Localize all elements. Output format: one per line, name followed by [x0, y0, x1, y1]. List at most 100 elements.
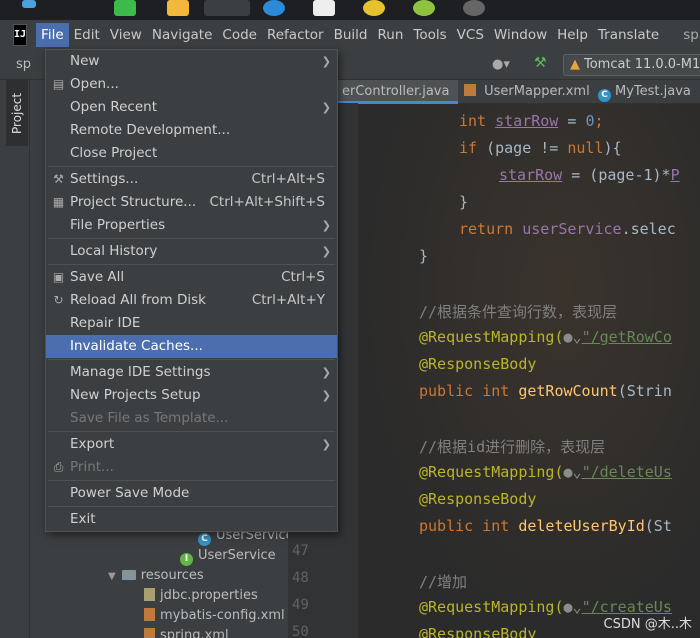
- xml-file-icon: [144, 608, 155, 621]
- menu-code[interactable]: Code: [217, 23, 262, 47]
- tree-item-label: jdbc.properties: [160, 588, 258, 603]
- menu-help[interactable]: Help: [552, 23, 593, 47]
- menu-item-invalidate-caches[interactable]: Invalidate Caches...: [46, 335, 337, 358]
- breadcrumb[interactable]: sp: [16, 57, 31, 72]
- menu-item-save-file-as-template: Save File as Template...: [70, 410, 229, 426]
- code-line: return userService.selec: [459, 220, 676, 238]
- print-icon: ⎙: [53, 460, 64, 474]
- tab-label: MyTest.java: [615, 84, 691, 99]
- chevron-right-icon: ❯: [321, 366, 331, 379]
- code-line: public int getRowCount(Strin: [419, 382, 672, 400]
- project-structure-icon: ▦: [52, 195, 65, 209]
- chrome-icon[interactable]: [363, 0, 385, 16]
- menu-item-project-structure[interactable]: ▦ Project Structure... Ctrl+Alt+Shift+S: [46, 191, 337, 214]
- menu-item-open[interactable]: ▤ Open...: [46, 73, 337, 96]
- open-folder-icon: ▤: [52, 77, 65, 91]
- code-line: starRow = (page-1)*P: [499, 166, 680, 184]
- tree-item-spring-xml[interactable]: spring.xml: [144, 626, 229, 638]
- menu-item-save-all[interactable]: ▣ Save All Ctrl+S: [46, 266, 337, 289]
- menu-translate[interactable]: Translate: [593, 23, 664, 47]
- menu-item-print: ⎙ Print...: [53, 459, 114, 475]
- tool-window-stripe: [0, 80, 30, 638]
- menu-item-settings[interactable]: ⚒ Settings... Ctrl+Alt+S: [46, 168, 337, 191]
- edge-icon[interactable]: [263, 0, 285, 16]
- folder-icon: [121, 570, 136, 580]
- code-comment: //根据条件查询行数，表现层: [419, 303, 618, 321]
- project-tool-tab[interactable]: Project: [6, 80, 28, 146]
- menu-tools[interactable]: Tools: [408, 23, 451, 47]
- menu-vcs[interactable]: VCS: [452, 23, 489, 47]
- app-icon[interactable]: [413, 0, 435, 16]
- code-editor[interactable]: int starRow = 0; if (page != null){ star…: [358, 104, 700, 638]
- menu-item-file-properties[interactable]: File Properties ❯: [46, 214, 337, 237]
- taskbar: [0, 0, 700, 20]
- tab-mytest[interactable]: C MyTest.java: [598, 80, 700, 104]
- wrench-icon: ⚒: [53, 172, 64, 186]
- folder-icon[interactable]: [167, 0, 189, 16]
- menu-edit[interactable]: Edit: [69, 23, 105, 47]
- windows-start-icon[interactable]: [22, 0, 36, 8]
- menu-separator: [48, 506, 335, 507]
- tomcat-icon: ▲: [570, 57, 580, 72]
- menu-file[interactable]: File: [36, 22, 69, 47]
- code-line: @RequestMapping(●⌄"/deleteUs: [419, 463, 672, 481]
- editor-tab-bar: erController.java UserMapper.xml C MyTest…: [288, 80, 700, 104]
- menu-item-exit[interactable]: Exit: [46, 508, 337, 531]
- tree-item-label: resources: [140, 568, 204, 583]
- menu-item-close-project[interactable]: Close Project: [46, 142, 337, 165]
- menu-item-reload-all[interactable]: ↻ Reload All from Disk Ctrl+Alt+Y: [46, 289, 337, 312]
- menu-view[interactable]: View: [105, 23, 147, 47]
- reload-icon: ↻: [53, 293, 64, 307]
- chevron-right-icon: ❯: [321, 219, 331, 232]
- class-icon: C: [598, 89, 611, 102]
- menu-navigate[interactable]: Navigate: [147, 23, 218, 47]
- wechat-icon[interactable]: [114, 0, 136, 16]
- menu-separator: [48, 264, 335, 265]
- xml-file-icon: [464, 84, 476, 96]
- menu-separator: [48, 166, 335, 167]
- run-configuration-select[interactable]: ▲ Tomcat 11.0.0-M1: [563, 54, 700, 76]
- chevron-right-icon: ❯: [321, 438, 331, 451]
- chevron-down-icon[interactable]: ▼: [108, 571, 116, 582]
- xml-file-icon: [144, 628, 155, 638]
- menu-run[interactable]: Run: [373, 23, 409, 47]
- menu-item-manage-ide-settings[interactable]: Manage IDE Settings ❯: [46, 361, 337, 384]
- notes-icon[interactable]: [313, 0, 335, 16]
- tab-usermapper[interactable]: UserMapper.xml: [464, 80, 590, 104]
- tab-usercontroller[interactable]: erController.java: [338, 80, 458, 104]
- menu-separator: [48, 238, 335, 239]
- menu-item-new-projects-setup[interactable]: New Projects Setup ❯: [46, 384, 337, 407]
- cloud-icon[interactable]: [463, 0, 485, 16]
- tree-item-userservice-interface[interactable]: I UserService: [180, 546, 276, 566]
- intellij-logo-icon: IJ: [13, 23, 28, 46]
- menu-separator: [48, 431, 335, 432]
- menu-window[interactable]: Window: [489, 23, 552, 47]
- menu-item-open-recent[interactable]: Open Recent ❯: [46, 96, 337, 119]
- tab-label: UserMapper.xml: [484, 84, 590, 99]
- project-tab-label: Project: [10, 92, 24, 134]
- tree-item-mybatis-config[interactable]: mybatis-config.xml: [144, 606, 285, 626]
- chevron-right-icon: ❯: [321, 389, 331, 402]
- code-line: @ResponseBody: [419, 355, 537, 373]
- window-title-fragment: sp: [683, 26, 699, 43]
- menu-item-repair-ide[interactable]: Repair IDE: [46, 312, 337, 335]
- tree-item-jdbc-properties[interactable]: jdbc.properties: [144, 586, 258, 606]
- user-icon[interactable]: ●▾: [492, 57, 510, 72]
- code-line: @ResponseBody: [419, 625, 537, 638]
- run-configuration-label: Tomcat 11.0.0-M1: [584, 57, 700, 72]
- code-line: }: [419, 247, 429, 265]
- menu-refactor[interactable]: Refactor: [262, 23, 329, 47]
- file-menu-dropdown: New ❯ ▤ Open... Open Recent ❯ Remote Develo…: [45, 49, 338, 532]
- menu-item-export[interactable]: Export ❯: [46, 433, 337, 456]
- menu-item-power-save-mode[interactable]: Power Save Mode: [46, 482, 337, 505]
- menu-build[interactable]: Build: [329, 23, 373, 47]
- tree-item-resources[interactable]: ▼ resources: [108, 566, 204, 586]
- menu-item-local-history[interactable]: Local History ❯: [46, 240, 337, 263]
- build-hammer-icon[interactable]: ⚒: [534, 55, 547, 71]
- tree-item-label: UserService: [198, 548, 276, 563]
- intellij-taskbar-icon[interactable]: [204, 0, 250, 16]
- line-number: 48: [292, 570, 309, 586]
- menu-item-remote-development[interactable]: Remote Development...: [46, 119, 337, 142]
- menu-item-new[interactable]: New ❯: [46, 50, 337, 73]
- chevron-right-icon: ❯: [321, 245, 331, 258]
